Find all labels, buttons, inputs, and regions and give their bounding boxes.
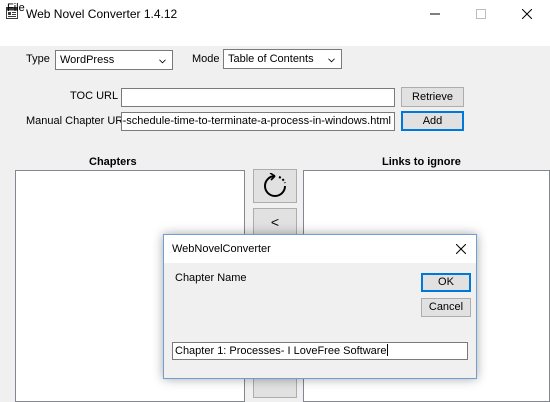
manual-chapter-url-input[interactable]: orial/how-to-schedule-time-to-terminate-…	[121, 112, 395, 131]
close-button[interactable]	[504, 0, 550, 28]
text-caret	[386, 344, 388, 356]
dialog-title: WebNovelConverter	[172, 243, 271, 255]
minimize-button[interactable]	[412, 0, 458, 28]
close-icon	[456, 244, 466, 254]
ok-button[interactable]: OK	[421, 273, 471, 292]
chapter-name-input-value: Chapter 1: Processes- I LoveFree Softwar…	[175, 345, 387, 357]
dialog-prompt: Chapter Name	[175, 272, 247, 284]
toc-url-label: TOC URL	[70, 90, 119, 102]
move-left-button[interactable]: <	[253, 208, 297, 236]
chapters-heading: Chapters	[89, 156, 137, 168]
maximize-button[interactable]	[458, 0, 504, 28]
mode-label: Mode	[192, 53, 220, 65]
type-select[interactable]: WordPress	[55, 50, 173, 70]
menu-bar	[0, 28, 550, 46]
toc-url-input[interactable]	[121, 88, 395, 107]
chevron-down-icon	[159, 59, 166, 64]
menu-file[interactable]: File	[7, 2, 25, 14]
close-icon	[522, 9, 532, 19]
retrieve-button[interactable]: Retrieve	[401, 87, 464, 107]
type-label: Type	[26, 53, 50, 65]
cancel-button[interactable]: Cancel	[421, 298, 471, 317]
window-title: Web Novel Converter 1.4.12	[26, 7, 178, 21]
links-to-ignore-heading: Links to ignore	[382, 156, 461, 168]
dialog-close-button[interactable]	[452, 240, 470, 258]
chapter-name-input[interactable]: Chapter 1: Processes- I LoveFree Softwar…	[172, 342, 468, 360]
add-button[interactable]: Add	[401, 111, 464, 131]
manual-chapter-url-label: Manual Chapter URL	[26, 115, 130, 127]
chevron-down-icon	[328, 58, 335, 63]
chapter-name-dialog: WebNovelConverter Chapter Name OK Cancel…	[163, 234, 477, 379]
maximize-icon	[476, 9, 486, 19]
type-select-value: WordPress	[60, 54, 115, 66]
mode-select-value: Table of Contents	[228, 53, 314, 65]
minimize-icon	[430, 13, 440, 15]
mode-select[interactable]: Table of Contents	[223, 49, 342, 69]
refresh-button[interactable]	[253, 169, 297, 203]
refresh-icon	[264, 172, 286, 197]
manual-chapter-url-value: orial/how-to-schedule-time-to-terminate-…	[122, 115, 391, 127]
